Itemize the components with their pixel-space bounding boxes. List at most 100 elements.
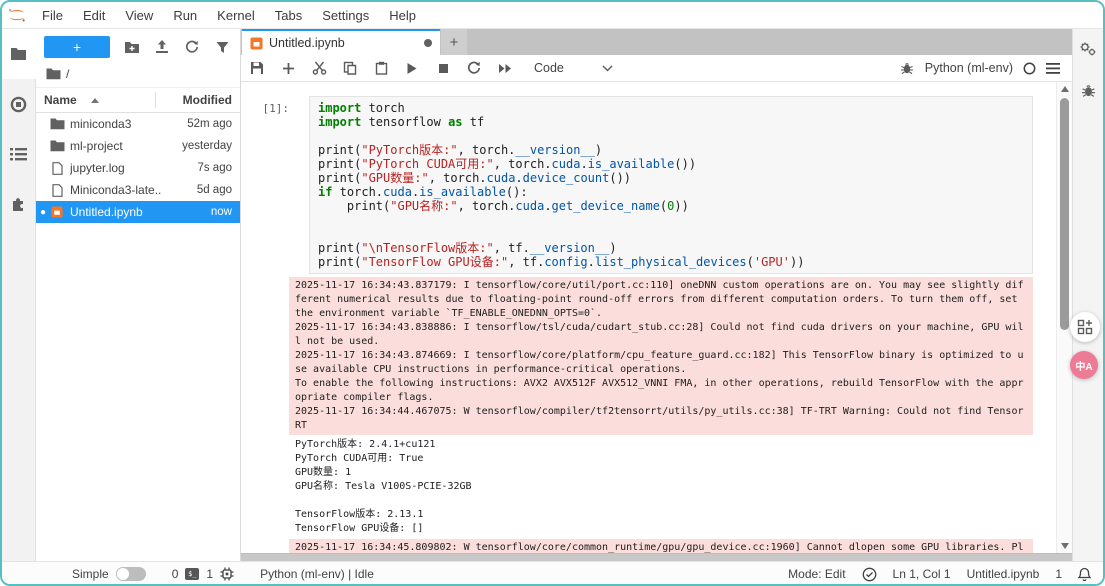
menu-item-settings[interactable]: Settings <box>312 8 379 23</box>
output-stderr: 2025-11-17 16:34:45.809802: W tensorflow… <box>289 539 1033 553</box>
file-modified: 5d ago <box>162 184 232 196</box>
toggle-switch[interactable] <box>116 567 146 581</box>
add-cell-button[interactable] <box>280 60 296 76</box>
sidebar-tab-file-browser[interactable] <box>2 29 36 79</box>
left-activity-bar <box>2 29 36 561</box>
cell-type-value: Code <box>534 61 564 75</box>
debugger-sidebar-bug-icon[interactable] <box>1081 83 1096 98</box>
code-editor[interactable]: import torchimport tensorflow as tf prin… <box>309 96 1033 274</box>
code-line <box>318 227 1024 241</box>
cell-type-dropdown[interactable]: Code <box>534 61 613 75</box>
kernel-chip-icon <box>220 567 234 581</box>
kernel-name[interactable]: Python (ml-env) <box>925 61 1013 75</box>
toolbar-menu-icon[interactable] <box>1046 63 1060 74</box>
code-line: if torch.cuda.is_available(): <box>318 185 1024 199</box>
interrupt-kernel-button[interactable] <box>435 60 451 76</box>
simple-mode-toggle[interactable]: Simple <box>72 567 146 581</box>
new-launcher-button[interactable]: + <box>44 36 110 58</box>
menu-item-view[interactable]: View <box>115 8 163 23</box>
trusted-shield-icon[interactable] <box>862 567 877 582</box>
mode-indicator: Mode: Edit <box>788 567 845 581</box>
file-icon <box>48 184 66 197</box>
save-button[interactable] <box>249 60 265 76</box>
run-cell-button[interactable] <box>404 60 420 76</box>
horizontal-scrollbar-track[interactable] <box>241 553 1072 561</box>
property-inspector-gears-icon[interactable] <box>1079 41 1097 57</box>
terminal-icon: $_ <box>185 568 199 580</box>
code-line: print("PyTorch CUDA可用:", torch.cuda.is_a… <box>318 157 1024 171</box>
refresh-button[interactable] <box>184 39 200 55</box>
file-list-header: Name Modified <box>36 87 240 113</box>
upload-button[interactable] <box>154 39 170 55</box>
cursor-position[interactable]: Ln 1, Col 1 <box>893 567 951 581</box>
copy-cells-button[interactable] <box>342 60 358 76</box>
right-activity-bar <box>1072 29 1103 561</box>
notebook-file-icon <box>250 37 263 50</box>
menu-item-edit[interactable]: Edit <box>73 8 115 23</box>
folder-icon <box>48 118 66 130</box>
sidebar-tab-extensions[interactable] <box>2 179 35 229</box>
cut-cells-button[interactable] <box>311 60 327 76</box>
widget-grid-plus-button[interactable] <box>1070 312 1100 342</box>
sort-ascending-icon[interactable] <box>91 98 99 103</box>
translate-button[interactable]: 中A <box>1070 351 1098 379</box>
debugger-bug-icon[interactable] <box>899 60 915 76</box>
jupyter-logo-icon <box>2 7 32 24</box>
menu-item-run[interactable]: Run <box>163 8 207 23</box>
terminal-count: 0 <box>172 567 179 581</box>
file-browser-panel: + / Name <box>36 29 241 561</box>
scrollbar-thumb[interactable] <box>1060 98 1069 330</box>
sidebar-tab-running-kernels[interactable] <box>2 79 35 129</box>
execution-count-prompt: [1]: <box>249 96 289 553</box>
new-tab-button[interactable]: + <box>441 29 467 55</box>
menu-item-kernel[interactable]: Kernel <box>207 8 265 23</box>
folder-icon <box>10 47 27 61</box>
code-line: print("\nTensorFlow版本:", tf.__version__) <box>318 241 1024 255</box>
column-modified-label[interactable]: Modified <box>155 92 232 108</box>
file-name: Miniconda3-late... <box>70 183 162 197</box>
file-row-miniconda3[interactable]: ●miniconda352m ago <box>36 113 240 135</box>
kernel-status-icon[interactable] <box>1023 62 1036 75</box>
file-row-jupyter-log[interactable]: ●jupyter.log7s ago <box>36 157 240 179</box>
bell-icon[interactable] <box>1078 567 1091 581</box>
file-dirty-dot: ● <box>40 163 48 174</box>
kernel-status-text[interactable]: Python (ml-env) | Idle <box>260 567 374 581</box>
file-row-untitled-ipynb[interactable]: ●Untitled.ipynbnow <box>36 201 240 223</box>
terminals-kernels-status[interactable]: 0 $_ 1 <box>172 567 234 581</box>
file-modified: now <box>162 206 232 218</box>
notification-count[interactable]: 1 <box>1055 567 1062 581</box>
breadcrumb-root[interactable]: / <box>66 67 69 81</box>
menu-item-file[interactable]: File <box>32 8 73 23</box>
restart-run-all-button[interactable] <box>497 60 513 76</box>
file-name: miniconda3 <box>70 117 162 131</box>
paste-cells-button[interactable] <box>373 60 389 76</box>
restart-kernel-button[interactable] <box>466 60 482 76</box>
file-browser-toolbar: + <box>36 29 240 63</box>
notebook-panel: Untitled.ipynb + <box>241 29 1072 561</box>
scroll-up-arrow-icon[interactable] <box>1057 82 1072 96</box>
code-line: print("GPU名称:", torch.cuda.get_device_na… <box>318 199 1024 213</box>
new-folder-button[interactable] <box>124 39 140 55</box>
file-row-miniconda3-late-[interactable]: ●Miniconda3-late...5d ago <box>36 179 240 201</box>
file-name: jupyter.log <box>70 161 162 175</box>
column-name-label[interactable]: Name <box>44 93 77 107</box>
scroll-down-arrow-icon[interactable] <box>1057 539 1072 553</box>
code-line: print("TensorFlow GPU设备:", tf.config.lis… <box>318 255 1024 269</box>
notebook-icon <box>48 206 66 218</box>
breadcrumb[interactable]: / <box>36 63 240 87</box>
vertical-scrollbar[interactable] <box>1056 82 1072 553</box>
filter-files-icon[interactable] <box>214 39 230 55</box>
main-area: + / Name <box>2 29 1103 561</box>
notebook-scroll-area[interactable]: [1]: import torchimport tensorflow as tf… <box>241 82 1056 553</box>
file-row-ml-project[interactable]: ●ml-projectyesterday <box>36 135 240 157</box>
file-dirty-dot: ● <box>40 207 48 218</box>
toggle-knob <box>117 568 129 580</box>
chevron-down-icon <box>602 65 613 72</box>
cell-outputs: 2025-11-17 16:34:43.837179: I tensorflow… <box>289 277 1033 553</box>
menu-item-tabs[interactable]: Tabs <box>265 8 312 23</box>
menu-item-help[interactable]: Help <box>379 8 426 23</box>
tab-untitled-ipynb[interactable]: Untitled.ipynb <box>242 29 440 55</box>
sidebar-tab-table-of-contents[interactable] <box>2 129 35 179</box>
file-icon <box>48 162 66 175</box>
code-cell: [1]: import torchimport tensorflow as tf… <box>241 96 1056 553</box>
